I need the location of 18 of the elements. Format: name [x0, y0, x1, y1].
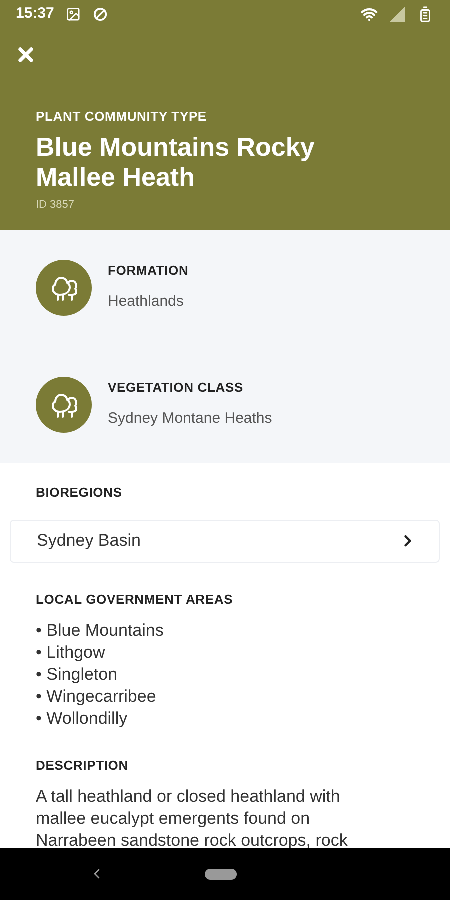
- lga-item: • Wingecarribee: [36, 686, 158, 708]
- bioregions-heading: BIOREGIONS: [35, 484, 124, 502]
- id-label: ID 3857: [36, 198, 76, 212]
- description-text: A tall heathland or closed heathland with mallee eucalypt emergents found on Narrabeen sandstone rock outcrops, rock: [35, 786, 349, 852]
- lga-item: • Lithgow: [36, 642, 106, 664]
- page-title: Blue Mountains Rocky Mallee Heath: [36, 132, 316, 192]
- status-time: 15:37: [16, 4, 54, 24]
- lga-heading: LOCAL GOVERNMENT AREAS: [35, 590, 234, 608]
- eyebrow-label: PLANT COMMUNITY TYPE: [36, 108, 208, 126]
- description-heading: DESCRIPTION: [35, 757, 130, 775]
- classification-value: Sydney Montane Heaths: [108, 408, 272, 428]
- lga-item: • Wollondilly: [36, 708, 129, 730]
- classification-label: VEGETATION CLASS: [108, 379, 244, 397]
- lga-item: • Blue Mountains: [36, 620, 165, 642]
- classification-label: FORMATION: [108, 262, 189, 280]
- bioregion-row[interactable]: Sydney Basin: [10, 520, 440, 562]
- classification-value: Heathlands: [108, 292, 185, 312]
- lga-item: • Singleton: [36, 664, 119, 686]
